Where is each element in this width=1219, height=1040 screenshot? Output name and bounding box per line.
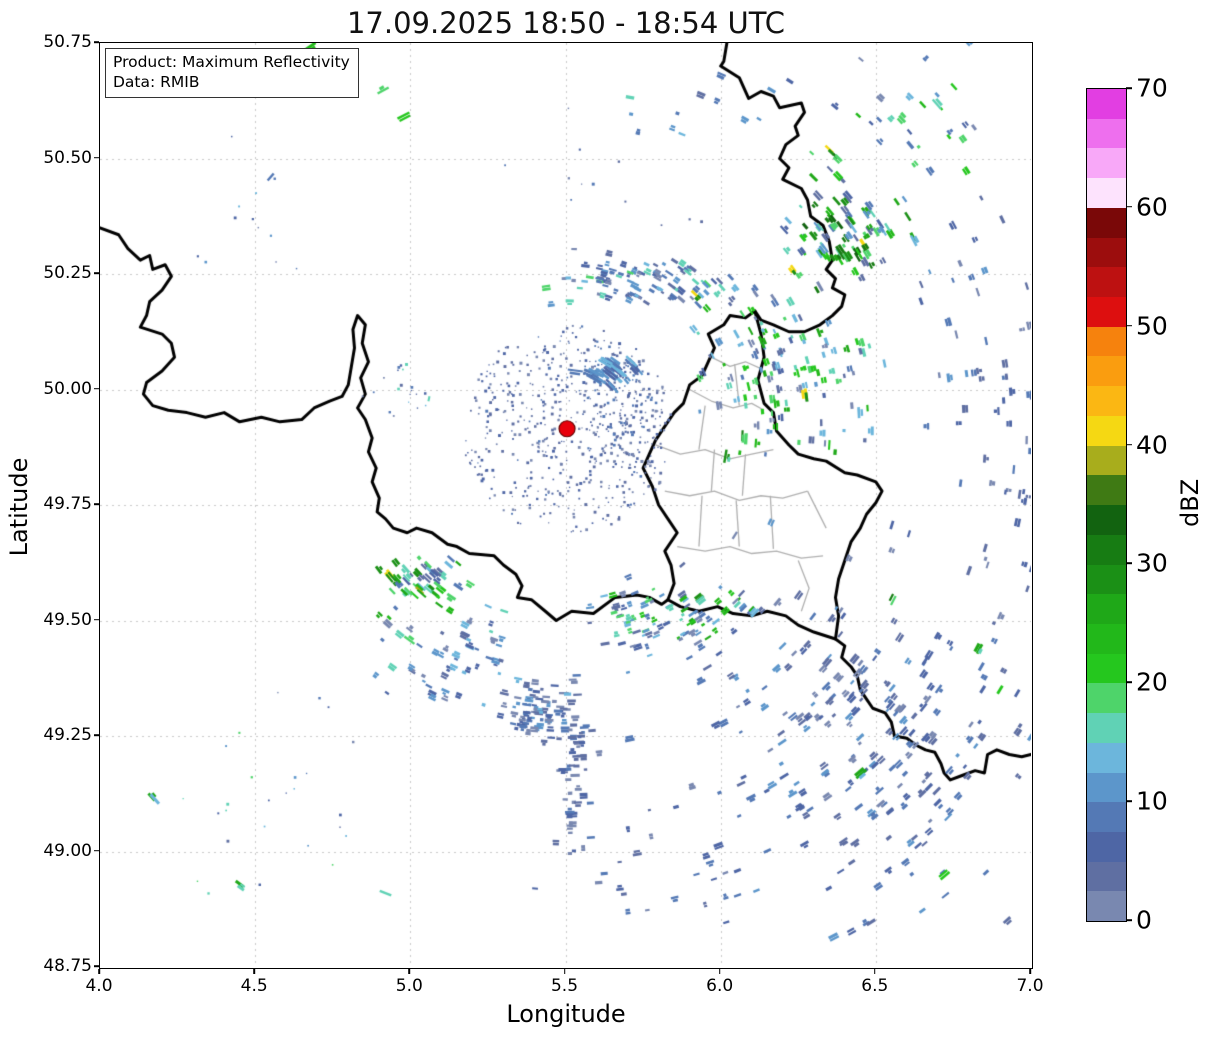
y-tick-mark bbox=[94, 272, 99, 274]
colorbar-segment bbox=[1087, 653, 1126, 684]
y-tick-mark bbox=[94, 618, 99, 621]
y-tick-label: 49.25 bbox=[43, 725, 92, 745]
colorbar-segment bbox=[1087, 742, 1126, 773]
x-tick-mark bbox=[874, 969, 876, 974]
colorbar-segment bbox=[1087, 445, 1126, 476]
y-tick-mark bbox=[94, 41, 99, 43]
colorbar-tick-label: 60 bbox=[1136, 192, 1168, 222]
colorbar-segment bbox=[1087, 148, 1126, 179]
x-tick-mark bbox=[98, 969, 100, 974]
colorbar-segment bbox=[1087, 386, 1126, 416]
y-tick-mark bbox=[94, 734, 99, 736]
x-axis-label: Longitude bbox=[506, 1000, 626, 1028]
colorbar-segment bbox=[1087, 207, 1126, 238]
colorbar-tick-mark bbox=[1126, 324, 1132, 327]
colorbar-segment bbox=[1087, 802, 1126, 832]
colorbar-tick-mark bbox=[1126, 562, 1132, 565]
map-plot-area: Product: Maximum Reflectivity Data: RMIB bbox=[99, 42, 1033, 969]
x-tick-label: 5.5 bbox=[550, 976, 579, 996]
colorbar-tick-mark bbox=[1126, 206, 1132, 208]
colorbar-tick-label: 30 bbox=[1136, 548, 1168, 578]
x-tick-label: 6.0 bbox=[706, 976, 734, 996]
y-tick-label: 50.50 bbox=[43, 147, 92, 168]
colorbar bbox=[1086, 88, 1127, 922]
colorbar-tick-mark bbox=[1126, 800, 1132, 802]
colorbar-tick-mark bbox=[1126, 443, 1132, 446]
x-tick-mark bbox=[253, 969, 255, 974]
colorbar-segment bbox=[1087, 89, 1126, 119]
y-tick-label: 49.50 bbox=[43, 609, 92, 630]
colorbar-segment bbox=[1087, 475, 1126, 506]
colorbar-segment bbox=[1087, 415, 1126, 446]
colorbar-label: dBZ bbox=[1176, 478, 1204, 528]
y-tick-label: 48.75 bbox=[43, 956, 92, 976]
colorbar-segment bbox=[1087, 564, 1126, 595]
colorbar-tick-label: 70 bbox=[1136, 73, 1168, 103]
y-axis-label: Latitude bbox=[5, 457, 33, 557]
y-tick-label: 49.75 bbox=[43, 494, 92, 514]
x-tick-mark bbox=[1029, 969, 1031, 974]
colorbar-segment bbox=[1087, 891, 1126, 922]
y-tick-mark bbox=[94, 965, 99, 967]
colorbar-tick-label: 40 bbox=[1136, 430, 1168, 460]
data-source-line: Data: RMIB bbox=[113, 73, 200, 92]
colorbar-segment bbox=[1087, 772, 1126, 803]
y-tick-mark bbox=[94, 503, 99, 505]
radar-figure: 17.09.2025 18:50 - 18:54 UTC Product: Ma… bbox=[0, 0, 1219, 1040]
colorbar-tick-label: 0 bbox=[1136, 905, 1152, 935]
colorbar-tick-label: 50 bbox=[1136, 311, 1168, 341]
colorbar-segment bbox=[1087, 623, 1126, 654]
colorbar-tick-label: 10 bbox=[1136, 786, 1168, 816]
colorbar-segment bbox=[1087, 267, 1126, 298]
colorbar-segment bbox=[1087, 861, 1126, 892]
colorbar-segment bbox=[1087, 356, 1126, 387]
colorbar-segment bbox=[1087, 178, 1126, 208]
colorbar-segment bbox=[1087, 831, 1126, 862]
y-tick-label: 50.75 bbox=[43, 32, 92, 52]
colorbar-tick-mark bbox=[1126, 87, 1132, 89]
y-tick-label: 50.25 bbox=[43, 263, 92, 283]
colorbar-segment bbox=[1087, 683, 1126, 714]
colorbar-segment bbox=[1087, 534, 1126, 565]
colorbar-segment bbox=[1087, 505, 1126, 535]
x-tick-label: 4.5 bbox=[240, 976, 268, 996]
colorbar-tick-mark bbox=[1126, 919, 1132, 921]
radar-map-canvas bbox=[100, 43, 1031, 967]
x-tick-mark bbox=[718, 969, 721, 974]
figure-title: 17.09.2025 18:50 - 18:54 UTC bbox=[346, 6, 786, 40]
colorbar-segment bbox=[1087, 237, 1126, 268]
product-line: Product: Maximum Reflectivity bbox=[113, 53, 350, 71]
colorbar-tick-mark bbox=[1126, 681, 1132, 684]
y-tick-label: 49.00 bbox=[43, 840, 92, 861]
colorbar-segment bbox=[1087, 118, 1126, 149]
colorbar-segment bbox=[1087, 297, 1126, 327]
colorbar-segment bbox=[1087, 594, 1126, 624]
x-tick-mark bbox=[408, 969, 411, 974]
colorbar-segment bbox=[1087, 326, 1126, 357]
colorbar-segment bbox=[1087, 713, 1126, 743]
x-tick-mark bbox=[563, 969, 566, 974]
colorbar-tick-label: 20 bbox=[1136, 667, 1168, 697]
y-tick-mark bbox=[94, 156, 99, 159]
x-tick-label: 7.0 bbox=[1016, 976, 1044, 996]
x-tick-label: 5.0 bbox=[395, 976, 423, 996]
y-tick-label: 50.00 bbox=[43, 378, 92, 399]
y-tick-mark bbox=[94, 387, 99, 390]
y-tick-mark bbox=[94, 849, 99, 852]
product-annotation-box: Product: Maximum Reflectivity Data: RMIB bbox=[105, 48, 359, 98]
x-tick-label: 4.0 bbox=[85, 976, 113, 996]
x-tick-label: 6.5 bbox=[861, 976, 889, 996]
